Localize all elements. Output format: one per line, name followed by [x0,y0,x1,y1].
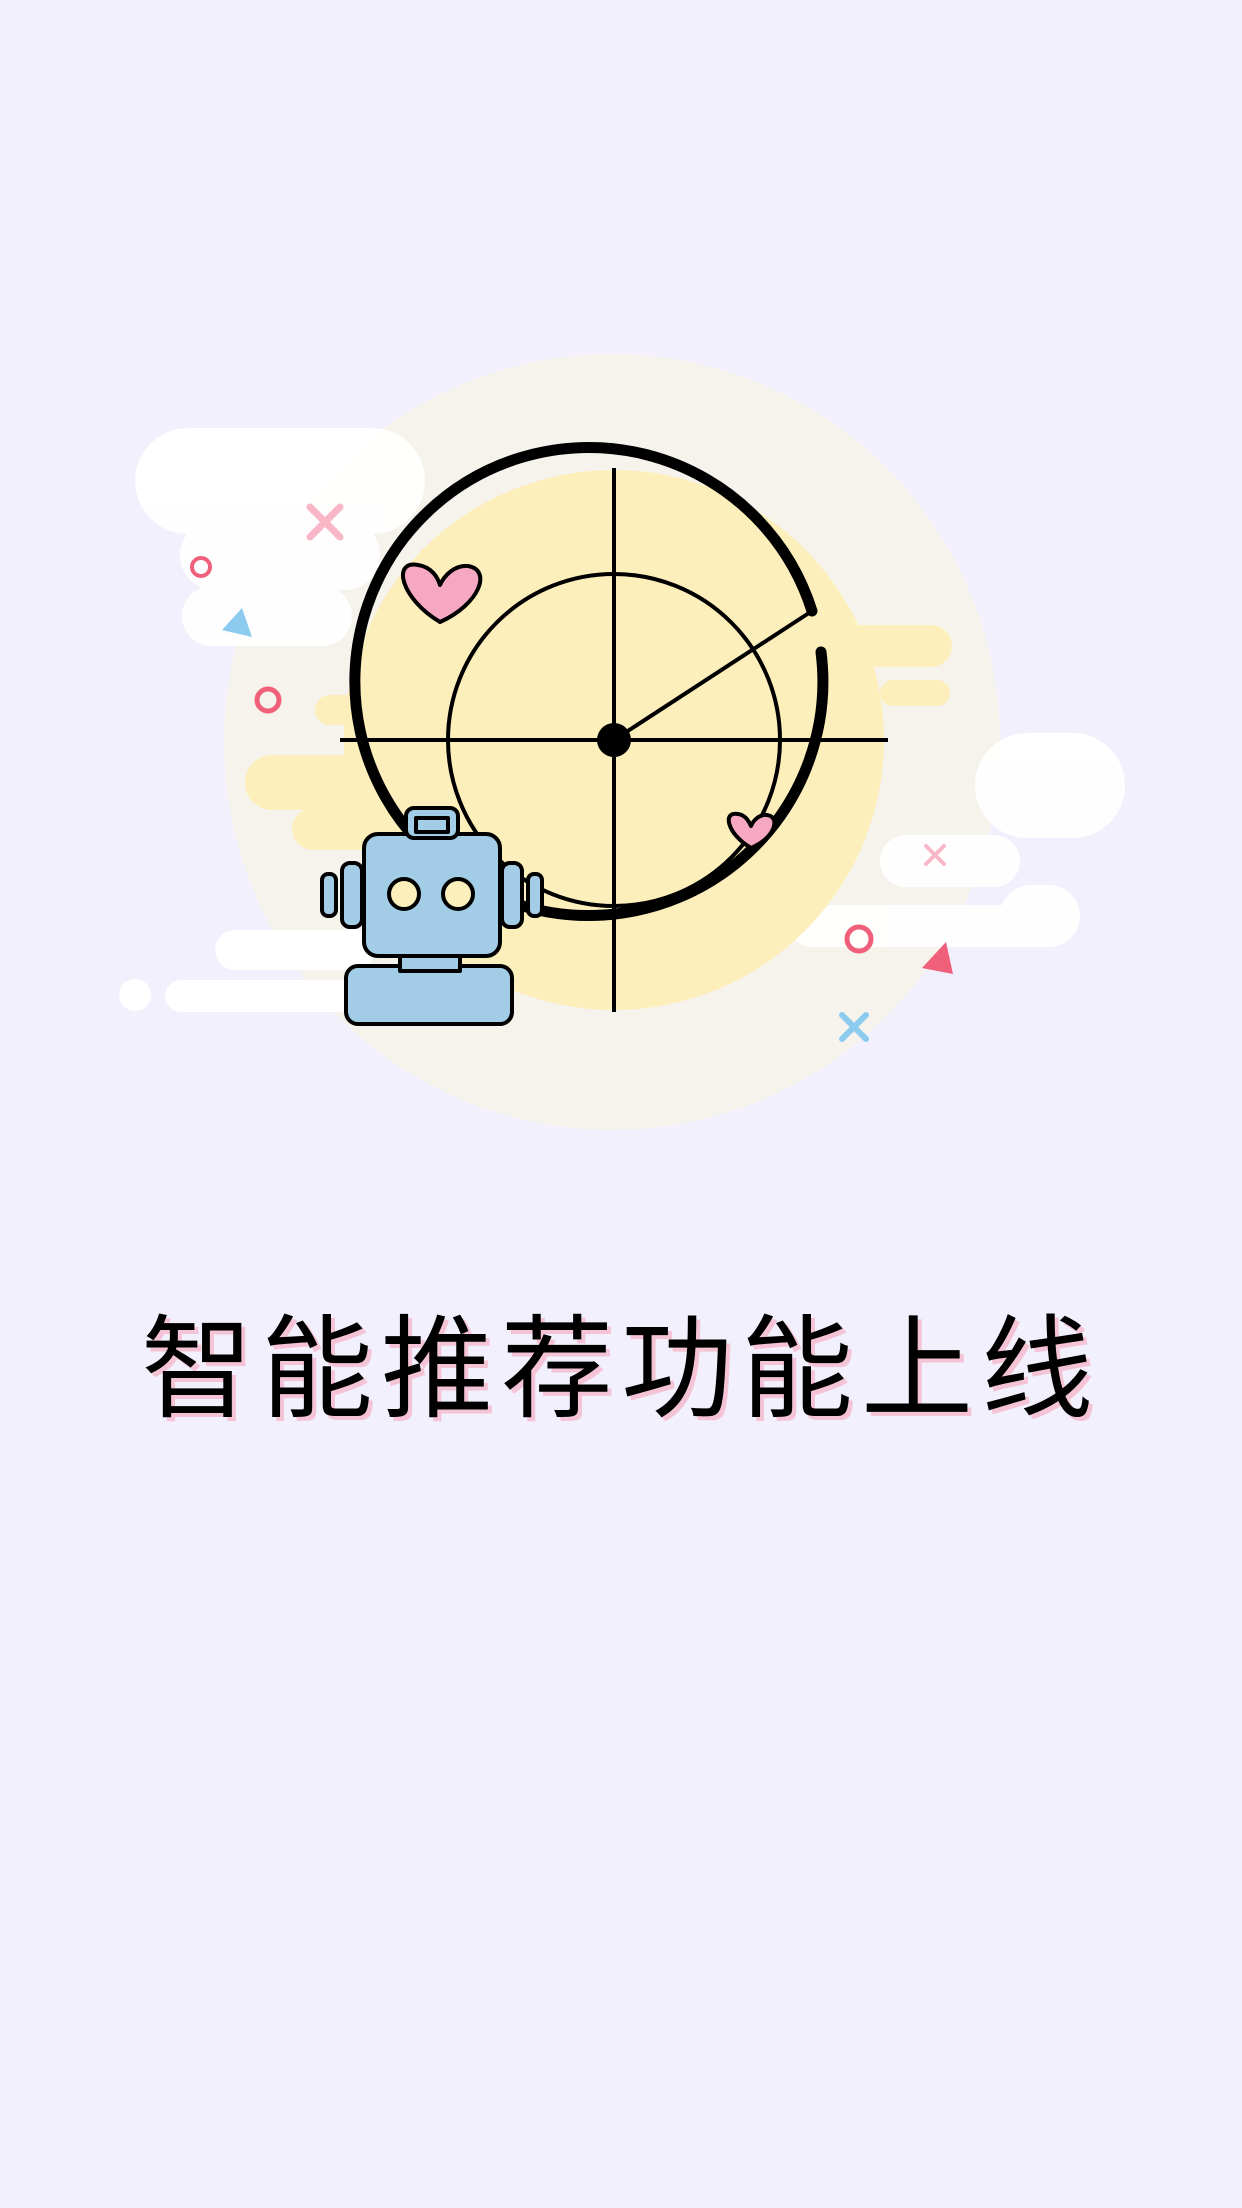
splash-screen: 智能推荐功能上线 [0,0,1242,2208]
radar-illustration [119,354,1125,1130]
feature-headline: 智能推荐功能上线 [141,1305,1101,1435]
radar-center-dot [597,723,631,757]
